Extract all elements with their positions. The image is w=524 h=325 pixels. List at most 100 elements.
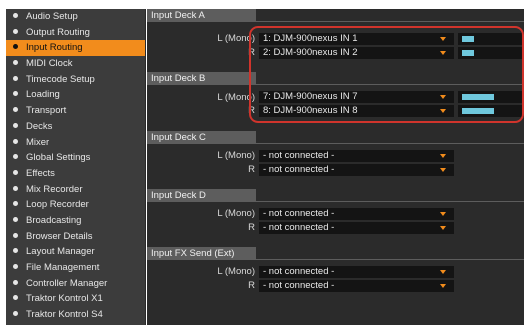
bullet-icon (13, 185, 18, 191)
deck-d-right-select[interactable]: - not connected - (259, 222, 454, 234)
sidebar-item-loop-recorder[interactable]: Loop Recorder (6, 197, 145, 213)
section-header-deck-b: Input Deck B (147, 72, 256, 85)
sidebar-item-label: Transport (26, 105, 67, 117)
bullet-icon (13, 216, 18, 222)
sidebar-item-mix-recorder[interactable]: Mix Recorder (6, 182, 145, 198)
select-value: - not connected - (263, 266, 335, 277)
sidebar-item-mixer[interactable]: Mixer (6, 135, 145, 151)
section-header-deck-c: Input Deck C (147, 131, 256, 144)
deck-c-right-select[interactable]: - not connected - (259, 164, 454, 176)
sidebar-item-traktor-kontrol-x1[interactable]: Traktor Kontrol X1 (6, 291, 145, 307)
chevron-down-icon (440, 168, 446, 172)
sidebar-item-browser-details[interactable]: Browser Details (6, 229, 145, 245)
section-header-fx-send: Input FX Send (Ext) (147, 247, 256, 260)
bullet-icon (13, 107, 18, 113)
deck-d-left-label: L (Mono) (217, 208, 255, 219)
bullet-icon (13, 295, 18, 301)
fx-send-left-select[interactable]: - not connected - (259, 266, 454, 278)
fx-send-left-label: L (Mono) (217, 266, 255, 277)
sidebar-item-label: Timecode Setup (26, 73, 95, 85)
select-value: - not connected - (263, 222, 335, 233)
bullet-icon (13, 138, 18, 144)
bullet-icon (13, 279, 18, 285)
deck-b-right-level-meter (458, 105, 524, 117)
sidebar-item-label: Decks (26, 120, 53, 132)
deck-b-left-label: L (Mono) (217, 92, 255, 103)
input-routing-panel: Input Deck A L (Mono) 1: DJM-900nexus IN… (147, 9, 524, 325)
deck-b-left-select[interactable]: 7: DJM-900nexus IN 7 (259, 91, 454, 103)
sidebar-item-label: Effects (26, 167, 55, 179)
chevron-down-icon (440, 109, 446, 113)
deck-a-left-select[interactable]: 1: DJM-900nexus IN 1 (259, 33, 454, 45)
sidebar-item-decks[interactable]: Decks (6, 119, 145, 135)
select-value: - not connected - (263, 280, 335, 291)
sidebar-item-layout-manager[interactable]: Layout Manager (6, 244, 145, 260)
bullet-icon (13, 122, 18, 128)
preferences-window: Audio Setup Output Routing Input Routing… (0, 0, 524, 325)
level-fill (462, 50, 474, 56)
sidebar-item-label: Input Routing (26, 42, 83, 54)
sidebar-item-label: Broadcasting (26, 214, 82, 226)
deck-d-left-select[interactable]: - not connected - (259, 208, 454, 220)
sidebar-item-label: Output Routing (26, 26, 90, 38)
chevron-down-icon (440, 51, 446, 55)
sidebar-item-controller-manager[interactable]: Controller Manager (6, 276, 145, 292)
chevron-down-icon (440, 37, 446, 41)
bullet-icon (13, 154, 18, 160)
bullet-icon (13, 311, 18, 317)
sidebar-item-audio-setup[interactable]: Audio Setup (6, 9, 145, 25)
sidebar-item-label: Mix Recorder (26, 183, 83, 195)
sidebar-item-effects[interactable]: Effects (6, 166, 145, 182)
bullet-icon (13, 169, 18, 175)
bullet-icon (13, 264, 18, 269)
select-value: 1: DJM-900nexus IN 1 (263, 33, 358, 44)
deck-c-left-label: L (Mono) (217, 150, 255, 161)
sidebar-item-label: Browser Details (26, 230, 93, 242)
section-header-deck-a: Input Deck A (147, 9, 256, 22)
level-fill (462, 36, 474, 42)
sidebar-item-label: Audio Setup (26, 11, 78, 22)
bullet-icon (13, 44, 18, 50)
deck-c-left-select[interactable]: - not connected - (259, 150, 454, 162)
deck-d-right-label: R (248, 222, 255, 233)
sidebar-item-loading[interactable]: Loading (6, 87, 145, 103)
chevron-down-icon (440, 226, 446, 230)
bullet-icon (13, 91, 18, 97)
fx-send-right-select[interactable]: - not connected - (259, 280, 454, 292)
sidebar-item-traktor-kontrol-s4[interactable]: Traktor Kontrol S4 (6, 307, 145, 323)
sidebar-item-transport[interactable]: Transport (6, 103, 145, 119)
bullet-icon (13, 248, 18, 254)
sidebar-item-timecode-setup[interactable]: Timecode Setup (6, 72, 145, 88)
bullet-icon (13, 60, 18, 66)
chevron-down-icon (440, 284, 446, 288)
deck-b-left-level-meter (458, 91, 524, 103)
select-value: 7: DJM-900nexus IN 7 (263, 91, 358, 102)
select-value: 2: DJM-900nexus IN 2 (263, 47, 358, 58)
chevron-down-icon (440, 95, 446, 99)
sidebar-item-label: File Management (26, 262, 100, 273)
select-value: - not connected - (263, 164, 335, 175)
sidebar-item-label: Mixer (26, 136, 50, 148)
sidebar-item-file-management[interactable]: File Management (6, 260, 145, 276)
chevron-down-icon (440, 270, 446, 274)
bullet-icon (13, 13, 18, 18)
bullet-icon (13, 201, 18, 207)
sidebar-item-output-routing[interactable]: Output Routing (6, 25, 145, 41)
sidebar-item-label: Traktor Kontrol S4 (26, 309, 103, 321)
level-fill (462, 108, 494, 114)
deck-b-right-label: R (248, 105, 255, 116)
sidebar-item-label: Loop Recorder (26, 199, 89, 211)
sidebar-item-label: Global Settings (26, 152, 91, 164)
sidebar-item-input-routing[interactable]: Input Routing (6, 40, 145, 57)
deck-a-left-level-meter (458, 33, 524, 45)
bullet-icon (13, 28, 18, 34)
preferences-sidebar: Audio Setup Output Routing Input Routing… (6, 9, 146, 325)
sidebar-item-label: Controller Manager (26, 277, 108, 289)
deck-c-right-label: R (248, 164, 255, 175)
sidebar-item-global-settings[interactable]: Global Settings (6, 150, 145, 166)
sidebar-item-midi-clock[interactable]: MIDI Clock (6, 56, 145, 72)
sidebar-item-label: Traktor Kontrol X1 (26, 293, 103, 305)
deck-b-right-select[interactable]: 8: DJM-900nexus IN 8 (259, 105, 454, 117)
sidebar-item-broadcasting[interactable]: Broadcasting (6, 213, 145, 229)
deck-a-right-select[interactable]: 2: DJM-900nexus IN 2 (259, 47, 454, 59)
